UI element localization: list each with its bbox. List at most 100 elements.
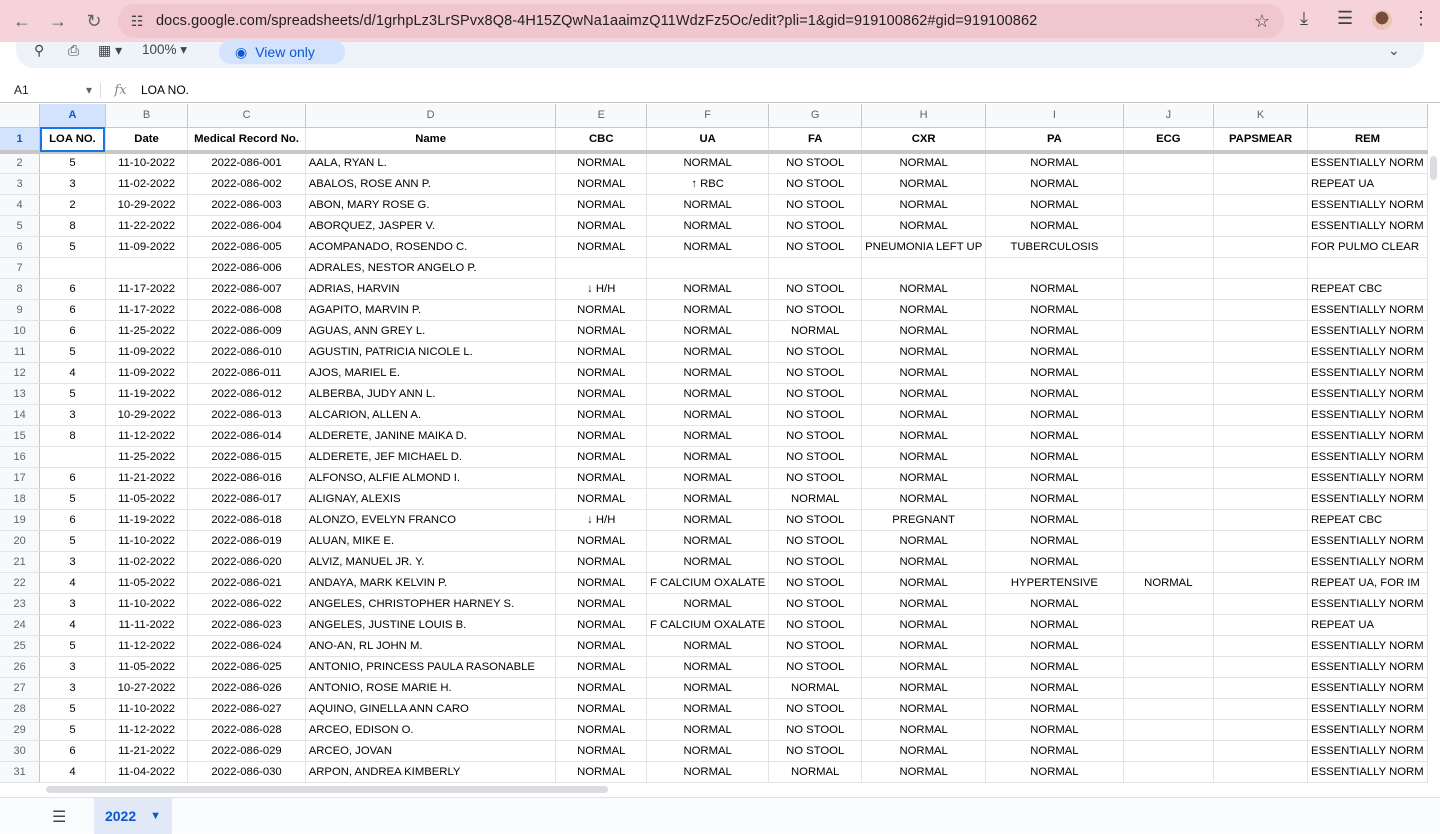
table-cell[interactable]: ESSENTIALLY NORM: [1307, 467, 1428, 489]
table-cell[interactable]: 5: [39, 530, 106, 552]
table-cell[interactable]: 11-10-2022: [105, 530, 189, 552]
table-cell[interactable]: TUBERCULOSIS: [985, 236, 1124, 258]
table-cell[interactable]: [1213, 236, 1309, 258]
table-cell[interactable]: 2022-086-003: [187, 194, 306, 216]
column-header-c[interactable]: C: [187, 104, 306, 128]
table-cell[interactable]: ESSENTIALLY NORM: [1307, 320, 1428, 342]
table-cell[interactable]: NORMAL: [555, 173, 647, 195]
table-cell[interactable]: ALBERBA, JUDY ANN L.: [305, 383, 557, 405]
table-cell[interactable]: NORMAL: [861, 656, 987, 678]
table-cell[interactable]: NORMAL: [646, 362, 770, 384]
table-cell[interactable]: NORMAL: [985, 362, 1124, 384]
table-cell[interactable]: [1213, 320, 1309, 342]
table-cell[interactable]: [1123, 446, 1215, 468]
table-cell[interactable]: 3: [39, 404, 106, 426]
column-header-f[interactable]: F: [646, 104, 770, 128]
table-cell[interactable]: 2022-086-027: [187, 698, 306, 720]
table-cell[interactable]: NORMAL: [555, 740, 647, 762]
table-cell[interactable]: 4: [39, 362, 106, 384]
table-cell[interactable]: REPEAT UA, FOR IM: [1307, 572, 1428, 594]
table-cell[interactable]: [1123, 761, 1215, 783]
table-cell[interactable]: NORMAL: [985, 593, 1124, 615]
table-cell[interactable]: NORMAL: [985, 278, 1124, 300]
table-cell[interactable]: NO STOOL: [768, 425, 863, 447]
site-info-icon[interactable]: ☷: [118, 13, 156, 30]
table-cell[interactable]: [1213, 425, 1309, 447]
table-cell[interactable]: ESSENTIALLY NORM: [1307, 656, 1428, 678]
table-cell[interactable]: NORMAL: [985, 215, 1124, 237]
column-header-a[interactable]: A: [39, 104, 106, 128]
row-number[interactable]: 19: [0, 509, 41, 531]
table-cell[interactable]: NORMAL: [861, 320, 987, 342]
table-cell[interactable]: NORMAL: [555, 614, 647, 636]
table-cell[interactable]: ANDAYA, MARK KELVIN P.: [305, 572, 557, 594]
table-cell[interactable]: NORMAL: [861, 572, 987, 594]
header-cell[interactable]: Name: [305, 127, 557, 154]
table-cell[interactable]: NO STOOL: [768, 152, 863, 174]
column-header-k[interactable]: K: [1213, 104, 1309, 128]
table-cell[interactable]: NORMAL: [646, 278, 770, 300]
row-number[interactable]: 27: [0, 677, 41, 699]
table-cell[interactable]: NORMAL: [646, 215, 770, 237]
table-cell[interactable]: [1123, 152, 1215, 174]
row-number[interactable]: 5: [0, 215, 41, 237]
table-cell[interactable]: [1123, 299, 1215, 321]
table-cell[interactable]: ESSENTIALLY NORM: [1307, 761, 1428, 783]
table-cell[interactable]: NO STOOL: [768, 446, 863, 468]
row-number[interactable]: 1: [0, 127, 41, 154]
table-cell[interactable]: 2022-086-002: [187, 173, 306, 195]
table-cell[interactable]: NORMAL: [555, 593, 647, 615]
table-cell[interactable]: NORMAL: [985, 404, 1124, 426]
table-cell[interactable]: [1123, 635, 1215, 657]
table-cell[interactable]: [1213, 761, 1309, 783]
table-cell[interactable]: NORMAL: [646, 740, 770, 762]
table-cell[interactable]: NORMAL: [768, 320, 863, 342]
row-number[interactable]: 8: [0, 278, 41, 300]
table-cell[interactable]: 11-17-2022: [105, 299, 189, 321]
table-cell[interactable]: 5: [39, 635, 106, 657]
url-text[interactable]: docs.google.com/spreadsheets/d/1grhpLz3L…: [156, 13, 1037, 29]
table-cell[interactable]: 3: [39, 593, 106, 615]
table-cell[interactable]: 11-19-2022: [105, 383, 189, 405]
table-cell[interactable]: 8: [39, 425, 106, 447]
table-cell[interactable]: NORMAL: [985, 740, 1124, 762]
row-number[interactable]: 23: [0, 593, 41, 615]
horizontal-scrollbar[interactable]: [46, 786, 608, 793]
table-cell[interactable]: 2022-086-021: [187, 572, 306, 594]
table-cell[interactable]: [1213, 278, 1309, 300]
table-cell[interactable]: ESSENTIALLY NORM: [1307, 152, 1428, 174]
table-cell[interactable]: AGUSTIN, PATRICIA NICOLE L.: [305, 341, 557, 363]
row-number[interactable]: 21: [0, 551, 41, 573]
row-number[interactable]: 10: [0, 320, 41, 342]
table-cell[interactable]: NORMAL: [646, 719, 770, 741]
table-cell[interactable]: 2022-086-008: [187, 299, 306, 321]
table-cell[interactable]: NORMAL: [861, 719, 987, 741]
table-cell[interactable]: ABORQUEZ, JASPER V.: [305, 215, 557, 237]
table-cell[interactable]: NORMAL: [768, 488, 863, 510]
formula-input[interactable]: LOA NO.: [140, 83, 189, 97]
table-cell[interactable]: NO STOOL: [768, 509, 863, 531]
header-cell[interactable]: PAPSMEAR: [1213, 127, 1309, 154]
table-cell[interactable]: [1123, 194, 1215, 216]
table-cell[interactable]: NORMAL: [861, 299, 987, 321]
table-cell[interactable]: ARCEO, EDISON O.: [305, 719, 557, 741]
table-cell[interactable]: ALVIZ, MANUEL JR. Y.: [305, 551, 557, 573]
table-cell[interactable]: ALIGNAY, ALEXIS: [305, 488, 557, 510]
header-cell[interactable]: PA: [985, 127, 1124, 154]
table-cell[interactable]: 6: [39, 299, 106, 321]
table-cell[interactable]: NORMAL: [861, 362, 987, 384]
table-cell[interactable]: AGAPITO, MARVIN P.: [305, 299, 557, 321]
table-cell[interactable]: 2022-086-014: [187, 425, 306, 447]
table-cell[interactable]: [1213, 215, 1309, 237]
table-cell[interactable]: 11-09-2022: [105, 341, 189, 363]
table-cell[interactable]: NORMAL: [861, 488, 987, 510]
table-cell[interactable]: NORMAL: [555, 362, 647, 384]
table-cell[interactable]: [1123, 278, 1215, 300]
table-cell[interactable]: ESSENTIALLY NORM: [1307, 551, 1428, 573]
table-cell[interactable]: ESSENTIALLY NORM: [1307, 383, 1428, 405]
view-only-button[interactable]: ◉ View only: [219, 40, 345, 64]
table-cell[interactable]: NO STOOL: [768, 593, 863, 615]
table-cell[interactable]: ESSENTIALLY NORM: [1307, 698, 1428, 720]
table-cell[interactable]: NORMAL: [985, 320, 1124, 342]
table-cell[interactable]: NORMAL: [985, 614, 1124, 636]
